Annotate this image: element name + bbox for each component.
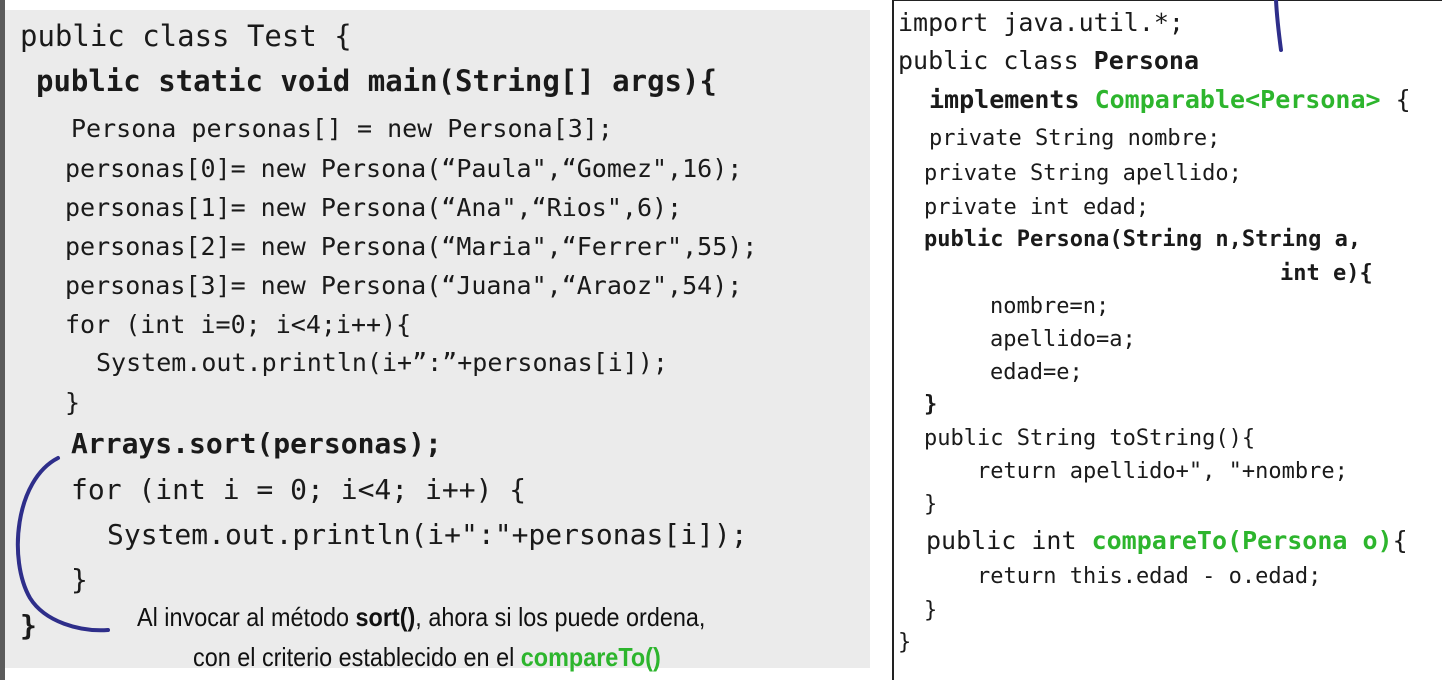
annotation-strokes [15,0,1283,633]
bracket-arc-icon [15,456,110,633]
arrow-stroke-icon [1274,0,1283,52]
